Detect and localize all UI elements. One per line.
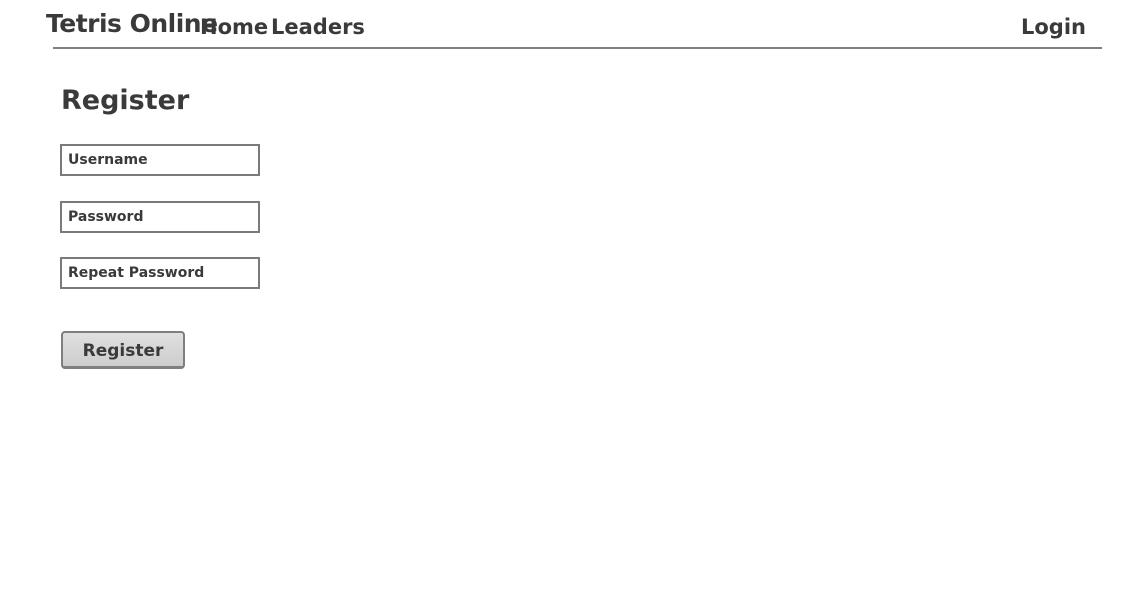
brand-logo-text[interactable]: Tetris Online: [46, 9, 218, 39]
password-input[interactable]: [60, 201, 260, 233]
repeat-password-input[interactable]: [60, 257, 260, 289]
top-navbar: Tetris Online Home Leaders Login: [46, 0, 1102, 49]
username-input[interactable]: [60, 144, 260, 176]
nav-link-login[interactable]: Login: [1021, 13, 1086, 41]
page: Tetris Online Home Leaders Login Registe…: [0, 0, 1122, 600]
nav-link-leaders[interactable]: Leaders: [271, 13, 365, 41]
page-title: Register: [61, 85, 190, 116]
register-button[interactable]: Register: [61, 331, 185, 369]
nav-link-home[interactable]: Home: [200, 13, 268, 41]
